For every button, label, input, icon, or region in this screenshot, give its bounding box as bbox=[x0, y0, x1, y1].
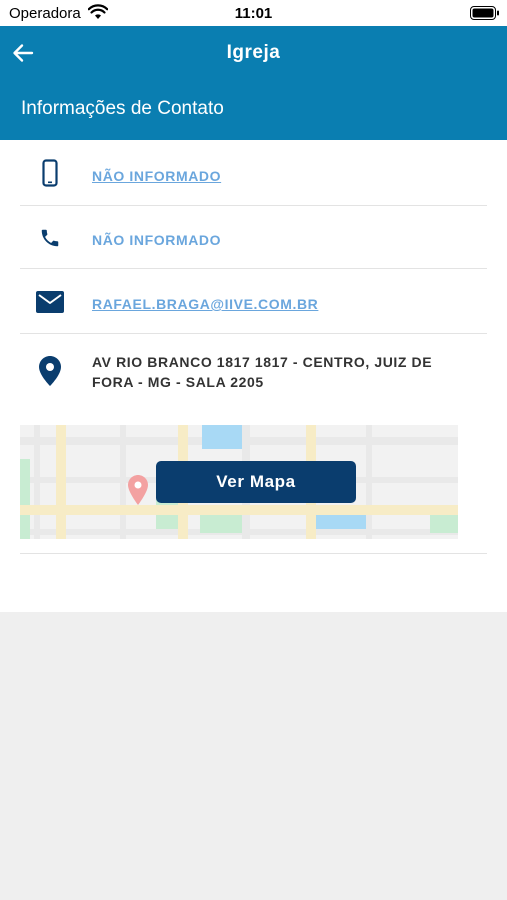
mail-icon bbox=[36, 288, 64, 316]
section-title: Informações de Contato bbox=[21, 98, 224, 119]
page-title: Igreja bbox=[226, 42, 281, 63]
smartphone-icon bbox=[38, 159, 62, 187]
phone-row: NÃO INFORMADO bbox=[20, 206, 487, 269]
email-value[interactable]: RAFAEL.BRAGA@IIVE.COM.BR bbox=[92, 296, 318, 312]
map-preview[interactable]: Ver Mapa bbox=[20, 425, 458, 539]
app-header: Igreja Informações de Contato bbox=[0, 26, 507, 140]
status-bar: Operadora 11:01 bbox=[0, 0, 507, 26]
mobile-value[interactable]: NÃO INFORMADO bbox=[92, 168, 221, 184]
email-row: RAFAEL.BRAGA@IIVE.COM.BR bbox=[20, 269, 487, 334]
mobile-row: NÃO INFORMADO bbox=[20, 140, 487, 206]
phone-value[interactable]: NÃO INFORMADO bbox=[92, 232, 221, 248]
map-pin-icon bbox=[128, 475, 148, 505]
address-value: AV RIO BRANCO 1817 1817 - CENTRO, JUIZ D… bbox=[92, 354, 433, 390]
battery-icon bbox=[470, 6, 499, 20]
clock: 11:01 bbox=[234, 5, 273, 22]
view-map-button[interactable]: Ver Mapa bbox=[156, 461, 356, 503]
contact-card: NÃO INFORMADO NÃO INFORMADO RAFAEL.BRAGA… bbox=[0, 140, 507, 612]
location-pin-icon bbox=[38, 356, 62, 386]
phone-icon bbox=[38, 224, 62, 252]
